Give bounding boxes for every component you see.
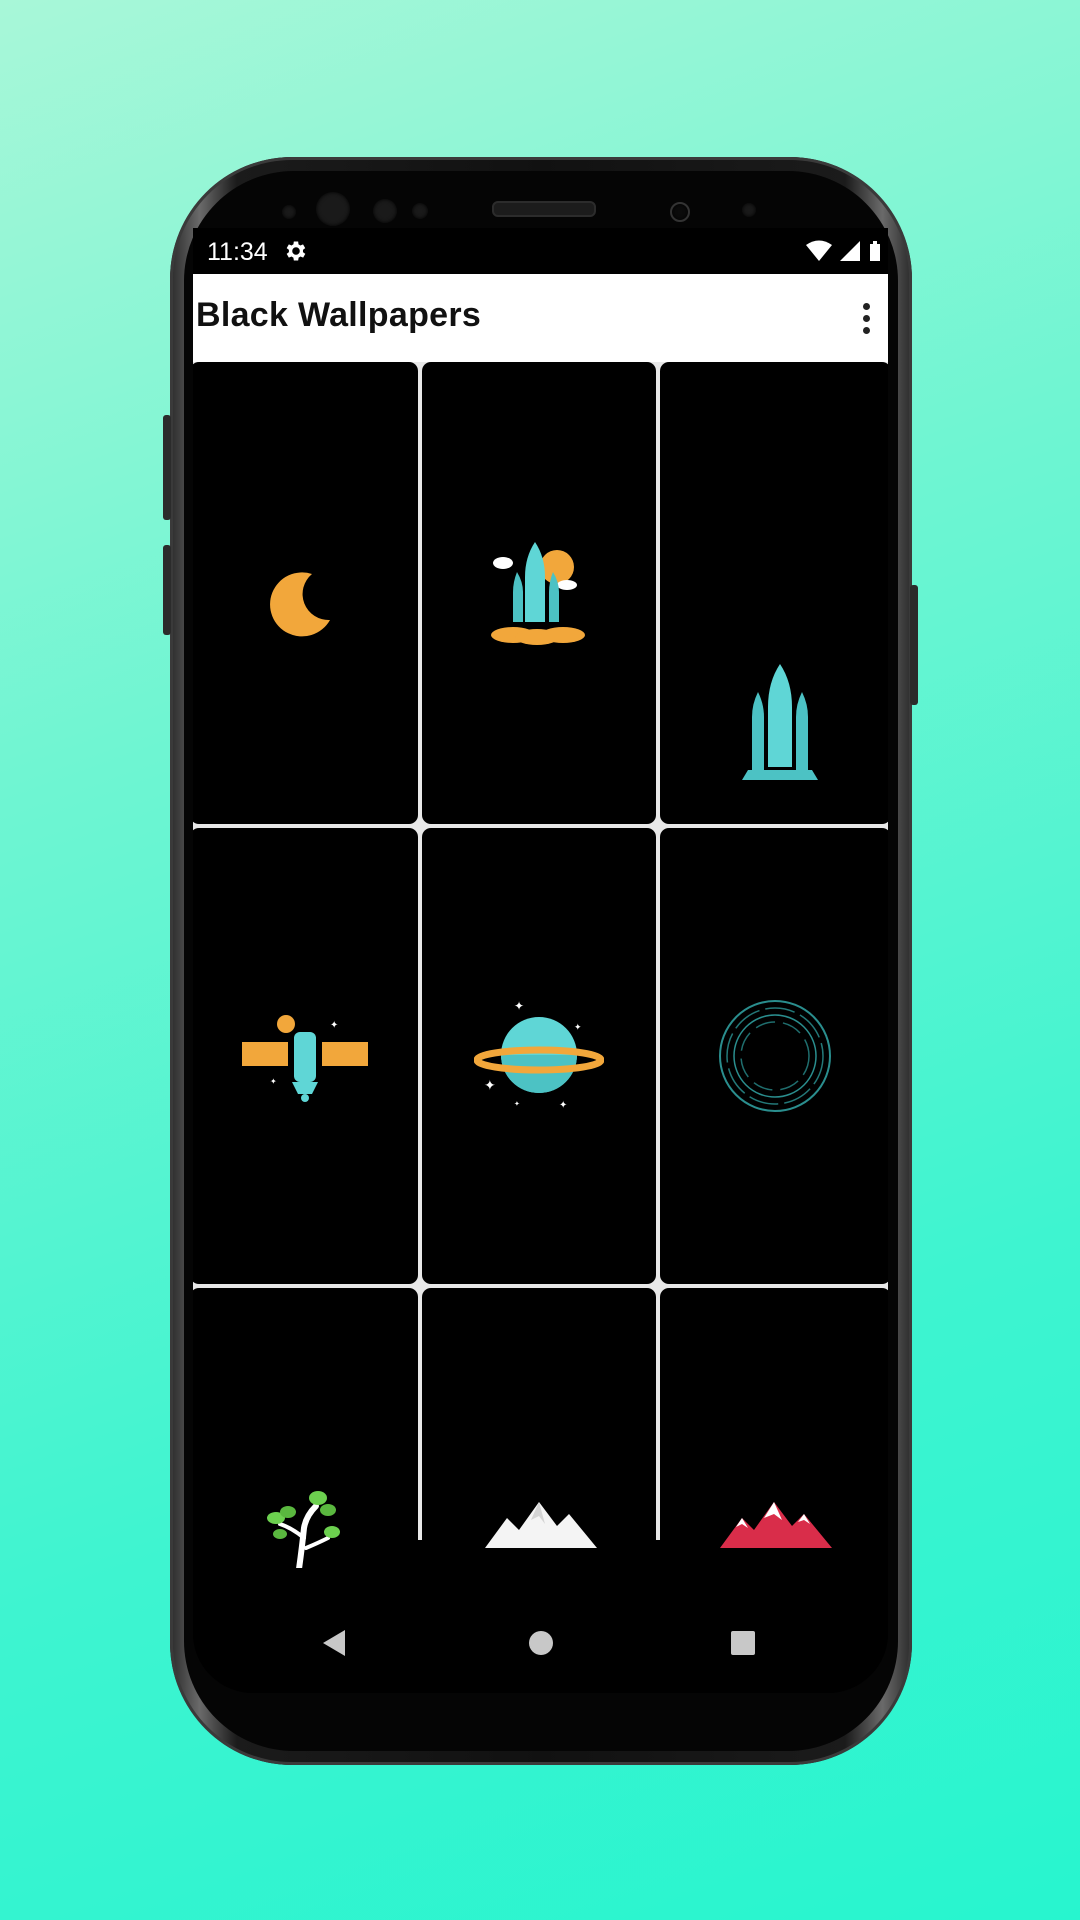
cell-signal-icon	[840, 241, 861, 261]
tree-sapling-icon	[267, 1491, 340, 1568]
white-mountains-icon	[485, 1502, 597, 1548]
volume-button	[163, 415, 171, 520]
svg-text:✦: ✦	[270, 1077, 277, 1086]
svg-text:✦: ✦	[330, 1020, 338, 1031]
svg-text:✦: ✦	[514, 1100, 520, 1108]
wallpaper-tile-space-shuttle[interactable]	[660, 362, 888, 824]
planet-icon: ✦ ✦ ✦ ✦ ✦	[474, 1000, 604, 1110]
camera-lens-icon	[670, 202, 690, 222]
status-icons	[805, 240, 882, 268]
wallpaper-tile-planet[interactable]: ✦ ✦ ✦ ✦ ✦	[422, 828, 656, 1284]
phone-screen: 11:34 Black Wallpapers ✦ ✦ ✦ ✦ ✦ ✦ ✦	[193, 228, 888, 1693]
svg-text:✦: ✦	[484, 1077, 496, 1093]
app-title: Black Wallpapers	[196, 296, 482, 334]
wifi-icon	[805, 240, 832, 261]
nav-home-button[interactable]	[496, 1610, 586, 1680]
light-sensor-icon	[742, 203, 756, 217]
bixby-button	[163, 545, 171, 635]
wallpaper-tile-white-mountains[interactable]	[422, 1288, 656, 1568]
status-bar: 11:34	[193, 228, 888, 274]
power-button	[910, 585, 918, 705]
nav-recents-button[interactable]	[698, 1610, 788, 1680]
moon-icon	[270, 572, 330, 637]
nav-bar	[193, 1610, 888, 1693]
iris-scanner-icon	[373, 199, 397, 223]
wallpaper-tile-red-mountains[interactable]	[660, 1288, 888, 1568]
wallpaper-tile-rocket-launch[interactable]	[422, 362, 656, 824]
settings-gear-icon	[286, 241, 306, 261]
satellite-icon: ✦ ✦	[242, 1015, 368, 1102]
svg-text:✦: ✦	[574, 1022, 582, 1032]
app-bar: Black Wallpapers	[193, 274, 888, 362]
status-time: 11:34	[207, 238, 268, 266]
portal-rings-icon	[719, 1000, 831, 1112]
wallpaper-tile-sapling[interactable]	[193, 1288, 418, 1568]
proximity-sensor-icon	[412, 203, 428, 219]
wallpaper-tile-portal[interactable]	[660, 828, 888, 1284]
home-circle-icon	[529, 1631, 553, 1655]
wallpaper-tile-moon[interactable]	[193, 362, 418, 824]
svg-text:✦: ✦	[514, 1000, 524, 1013]
front-camera-icon	[316, 192, 350, 226]
nav-back-button[interactable]	[289, 1610, 379, 1680]
recents-square-icon	[731, 1631, 755, 1655]
sensor-icon	[282, 205, 296, 219]
battery-icon	[870, 241, 880, 261]
svg-text:✦: ✦	[559, 1100, 567, 1110]
space-shuttle-icon	[742, 664, 818, 780]
rocket-launch-icon	[491, 542, 585, 645]
back-triangle-icon	[323, 1630, 345, 1656]
wallpaper-grid: ✦ ✦ ✦ ✦ ✦ ✦ ✦	[193, 362, 888, 1568]
red-mountains-icon	[720, 1502, 832, 1548]
wallpaper-tile-satellite[interactable]: ✦ ✦	[193, 828, 418, 1284]
earpiece-speaker	[492, 201, 596, 217]
more-vert-icon[interactable]	[854, 296, 878, 340]
